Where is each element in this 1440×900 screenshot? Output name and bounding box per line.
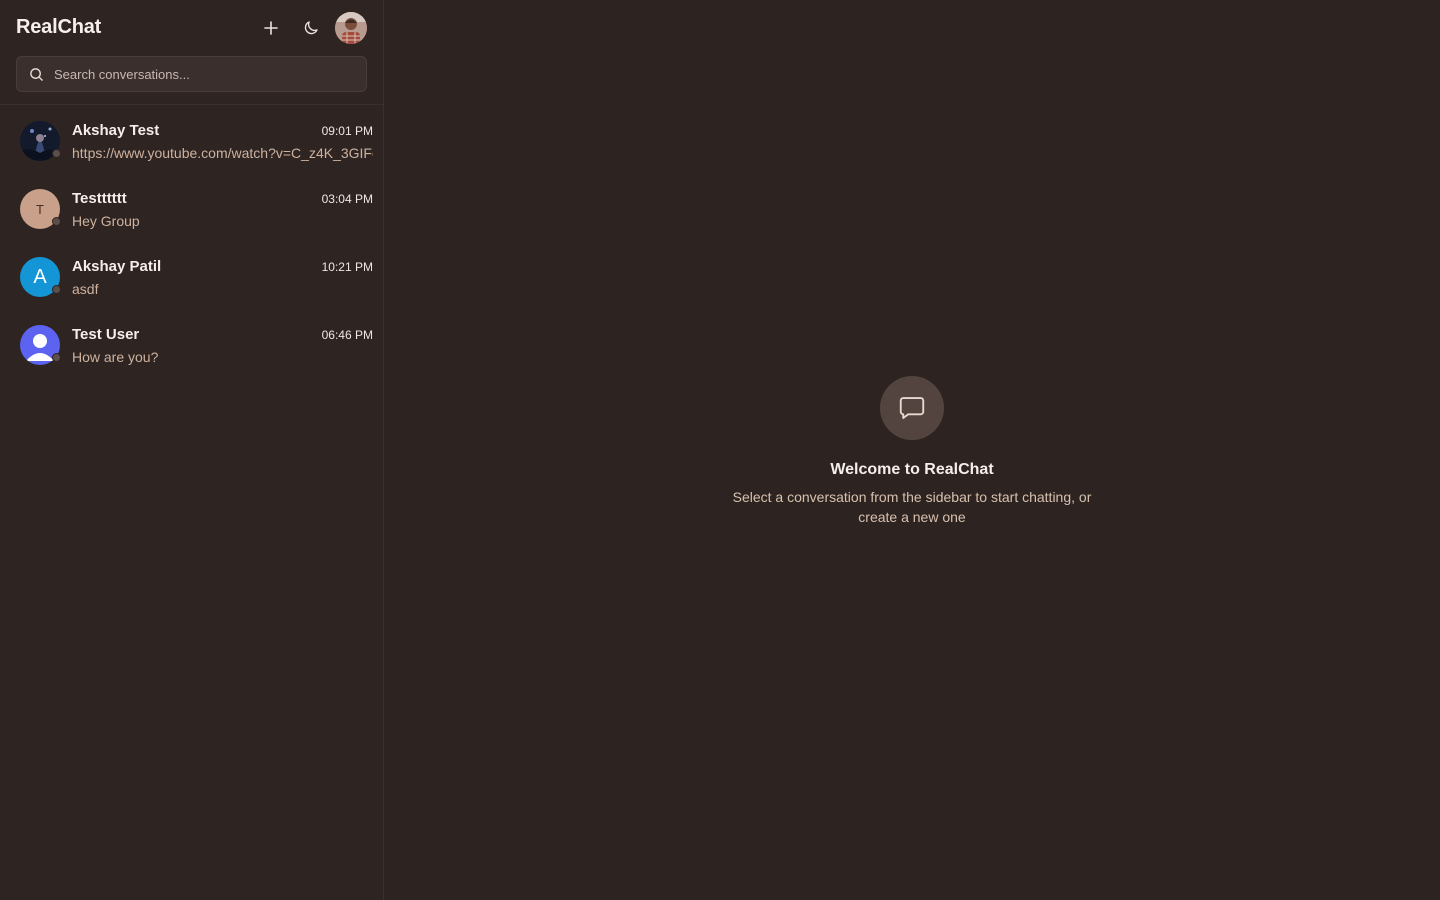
conversation-item[interactable]: Akshay Test 09:01 PM https://www.youtube… — [0, 107, 383, 175]
conversation-preview: https://www.youtube.com/watch?v=C_z4K_3G… — [72, 144, 373, 161]
sidebar: RealChat Search conversations... Akshay … — [0, 0, 384, 900]
conversation-body: Akshay Test 09:01 PM https://www.youtube… — [72, 122, 373, 161]
conversation-time: 06:46 PM — [321, 327, 373, 342]
conversation-top: Testttttt 03:04 PM — [72, 190, 373, 207]
message-square-icon — [899, 397, 925, 419]
avatar-wrap — [20, 325, 61, 365]
conversation-preview: Hey Group — [72, 212, 140, 229]
app-root: RealChat Search conversations... Akshay … — [0, 0, 1440, 900]
conversation-time: 03:04 PM — [321, 191, 373, 206]
avatar-wrap: A — [20, 257, 61, 297]
plus-icon — [264, 21, 278, 35]
conversation-name: Akshay Patil — [72, 257, 162, 275]
new-chat-button[interactable] — [255, 12, 287, 44]
conversation-body: Testttttt 03:04 PM Hey Group — [72, 190, 373, 229]
header-actions — [255, 12, 367, 44]
conversation-name: Akshay Test — [72, 121, 160, 139]
conversation-list: Akshay Test 09:01 PM https://www.youtube… — [0, 105, 383, 900]
profile-avatar[interactable] — [335, 12, 367, 44]
conversation-body: Test User 06:46 PM How are you? — [72, 326, 373, 365]
avatar-initial: T — [36, 201, 44, 217]
conversation-item[interactable]: A Akshay Patil 10:21 PM asdf — [0, 243, 383, 311]
conversation-item[interactable]: T Testttttt 03:04 PM Hey Group — [0, 175, 383, 243]
conversation-time: 10:21 PM — [321, 259, 373, 274]
theme-toggle-button[interactable] — [295, 12, 327, 44]
conversation-name: Test User — [72, 325, 140, 343]
search-bar — [16, 56, 367, 92]
app-title: RealChat — [16, 16, 102, 38]
status-dot — [52, 353, 61, 362]
status-dot — [52, 149, 61, 158]
conversation-time: 09:01 PM — [321, 123, 373, 138]
avatar-initial: A — [33, 265, 47, 288]
search-icon — [30, 67, 43, 81]
welcome-title: Welcome to RealChat — [830, 461, 994, 478]
empty-state: Welcome to RealChat Select a conversatio… — [384, 376, 1440, 527]
conversation-preview: asdf — [72, 280, 99, 297]
conversation-preview: How are you? — [72, 348, 159, 365]
conversation-top: Test User 06:46 PM — [72, 326, 373, 343]
avatar-wrap: T — [20, 189, 61, 229]
empty-state-icon-circle — [880, 376, 944, 440]
status-dot — [52, 285, 61, 294]
conversation-top: Akshay Test 09:01 PM — [72, 122, 373, 139]
conversation-body: Akshay Patil 10:21 PM asdf — [72, 258, 373, 297]
avatar-wrap — [20, 121, 61, 161]
conversation-name: Testttttt — [72, 189, 127, 207]
search-input[interactable] — [52, 65, 342, 83]
conversation-top: Akshay Patil 10:21 PM — [72, 258, 373, 275]
user-photo-icon — [335, 12, 367, 44]
status-dot — [52, 217, 61, 226]
main-panel: Welcome to RealChat Select a conversatio… — [384, 0, 1440, 900]
welcome-subtitle: Select a conversation from the sidebar t… — [732, 489, 1092, 525]
moon-icon — [304, 21, 318, 35]
conversation-item[interactable]: Test User 06:46 PM How are you? — [0, 311, 383, 379]
sidebar-header: RealChat — [0, 0, 383, 105]
